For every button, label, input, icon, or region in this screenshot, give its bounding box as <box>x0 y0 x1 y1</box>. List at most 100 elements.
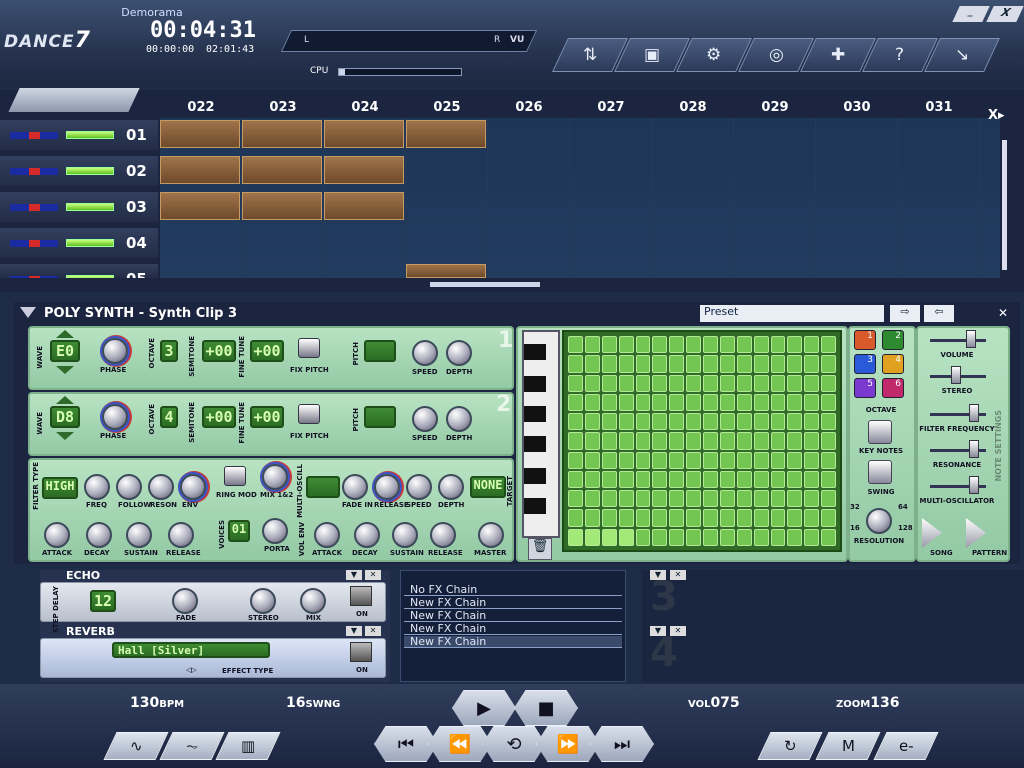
sequencer-cell[interactable] <box>753 374 769 392</box>
view-mode-tabs[interactable] <box>8 88 140 112</box>
sequencer-cell[interactable] <box>635 432 651 450</box>
sequencer-cell[interactable] <box>736 374 752 392</box>
sequencer-cell[interactable] <box>736 393 752 412</box>
sequencer-cell[interactable] <box>652 355 668 373</box>
filter-env-sustain-knob[interactable] <box>126 522 152 548</box>
sequencer-cell[interactable] <box>821 393 836 412</box>
sequencer-cell[interactable] <box>787 509 803 527</box>
sequencer-cell[interactable] <box>652 490 668 508</box>
black-key[interactable] <box>524 468 546 484</box>
octave-button-5[interactable]: 5 <box>854 378 876 398</box>
sequencer-cell[interactable] <box>601 374 617 392</box>
sequencer-cell[interactable] <box>652 509 668 527</box>
bpm-display[interactable]: 130BPM <box>130 695 184 711</box>
sequencer-cell[interactable] <box>601 336 617 354</box>
osc1-speed-knob[interactable] <box>412 340 438 366</box>
sequencer-cell[interactable] <box>669 451 685 469</box>
sequencer-cell[interactable] <box>686 413 701 431</box>
effect-type-arrows[interactable]: ◁▷ <box>186 666 197 674</box>
key-notes-button[interactable] <box>868 420 892 444</box>
sequencer-cell[interactable] <box>584 470 600 489</box>
sequencer-cell[interactable] <box>584 451 600 469</box>
sequencer-cell[interactable] <box>719 509 735 527</box>
sequencer-cell[interactable] <box>753 336 769 354</box>
sequencer-cell[interactable] <box>618 432 634 450</box>
black-key[interactable] <box>524 344 546 360</box>
multi-fade_in-knob[interactable] <box>342 474 368 500</box>
sequencer-cell[interactable] <box>618 528 634 546</box>
filter-follow-knob[interactable] <box>116 474 142 500</box>
sequencer-cell[interactable] <box>703 374 718 392</box>
osc2-wave-display[interactable]: D8 <box>50 406 80 428</box>
sequencer-cell[interactable] <box>804 528 820 546</box>
sequencer-cell[interactable] <box>804 490 820 508</box>
sequencer-cell[interactable] <box>635 490 651 508</box>
slider-thumb-filter_freq[interactable] <box>968 404 979 422</box>
audio-clip[interactable] <box>160 120 240 148</box>
stop-button[interactable]: ■ <box>514 690 578 726</box>
echo-fade-knob[interactable] <box>172 588 198 614</box>
sequencer-cell[interactable] <box>652 470 668 489</box>
zoom-display[interactable]: ZOOM136 <box>836 695 899 711</box>
sequencer-cell[interactable] <box>601 355 617 373</box>
vertical-scrollbar[interactable] <box>1002 140 1007 270</box>
sequencer-cell[interactable] <box>635 470 651 489</box>
sequencer-cell[interactable] <box>635 336 651 354</box>
sequencer-cell[interactable] <box>703 336 718 354</box>
osc2-pitch-wave-display[interactable] <box>364 406 396 428</box>
sequencer-cell[interactable] <box>719 432 735 450</box>
sequencer-cell[interactable] <box>703 413 718 431</box>
track-header[interactable]: 03 <box>0 192 158 222</box>
play-button[interactable]: ▶ <box>452 690 516 726</box>
sequencer-cell[interactable] <box>753 451 769 469</box>
sequencer-cell[interactable] <box>635 509 651 527</box>
sequencer-cell[interactable] <box>601 528 617 546</box>
piano-keys[interactable] <box>522 330 560 538</box>
sequencer-cell[interactable] <box>770 509 786 527</box>
sequencer-cell[interactable] <box>568 509 583 527</box>
track-header[interactable]: 02 <box>0 156 158 186</box>
sequencer-cell[interactable] <box>686 490 701 508</box>
sequencer-cell[interactable] <box>821 336 836 354</box>
audio-clip[interactable] <box>406 120 486 148</box>
sequencer-cell[interactable] <box>686 451 701 469</box>
sequencer-cell[interactable] <box>568 336 583 354</box>
sequencer-cell[interactable] <box>753 509 769 527</box>
sequencer-cell[interactable] <box>787 470 803 489</box>
osc2-depth-knob[interactable] <box>446 406 472 432</box>
track-volume-meter[interactable] <box>66 167 114 175</box>
osc2-fix-pitch-button[interactable] <box>298 404 320 424</box>
osc1-wave-display[interactable]: E0 <box>50 340 80 362</box>
volume-display[interactable]: VOL075 <box>688 695 740 711</box>
sequencer-cell[interactable] <box>753 490 769 508</box>
sequencer-cell[interactable] <box>686 432 701 450</box>
sequencer-cell[interactable] <box>804 355 820 373</box>
track-pan-meter[interactable] <box>10 240 58 247</box>
preset-field[interactable]: Preset <box>700 305 884 322</box>
filter-env-decay-knob[interactable] <box>86 522 112 548</box>
sequencer-cell[interactable] <box>618 490 634 508</box>
sequencer-cell[interactable] <box>568 470 583 489</box>
swing-display[interactable]: 16SWNG <box>286 695 340 711</box>
multi-release-knob[interactable] <box>374 474 400 500</box>
sequencer-cell[interactable] <box>618 470 634 489</box>
forward-end-button[interactable]: ⏭ <box>590 726 654 762</box>
filter-type-display[interactable]: HIGH <box>42 477 78 499</box>
vol-env-decay-knob[interactable] <box>354 522 380 548</box>
sequencer-cell[interactable] <box>584 432 600 450</box>
sequencer-cell[interactable] <box>736 413 752 431</box>
sequencer-cell[interactable] <box>635 355 651 373</box>
echo-close-icon[interactable]: ✕ <box>365 570 381 580</box>
expand-icon[interactable]: X▸ <box>988 108 1005 123</box>
sequencer-cell[interactable] <box>787 413 803 431</box>
track-pan-meter[interactable] <box>10 132 58 139</box>
sequencer-cell[interactable] <box>770 528 786 546</box>
osc1-finetune-display[interactable]: +00 <box>250 340 284 362</box>
sequencer-cell[interactable] <box>703 393 718 412</box>
osc1-pitch-wave-display[interactable] <box>364 340 396 362</box>
track-volume-meter[interactable] <box>66 275 114 278</box>
echo-menu-icon[interactable]: ▼ <box>346 570 362 580</box>
audio-clip[interactable] <box>160 192 240 220</box>
sequencer-cell[interactable] <box>804 336 820 354</box>
sequencer-cell[interactable] <box>669 374 685 392</box>
